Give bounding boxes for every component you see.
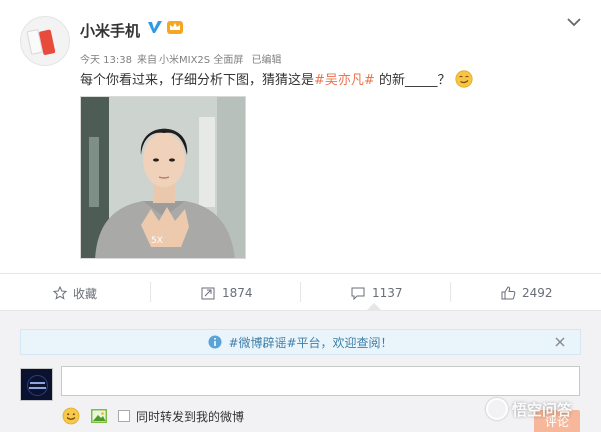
separator [300, 282, 301, 302]
vip-crown-icon[interactable] [166, 18, 184, 36]
post-header: 小米手机 今天 13:38 来自 小米MIX2S 全面屏 已编辑 [0, 0, 601, 66]
separator [150, 282, 151, 302]
svg-text:5X: 5X [151, 236, 163, 246]
xiaomi-avatar[interactable] [20, 16, 70, 66]
repost-button[interactable]: 1874 [201, 283, 253, 303]
post-text-tail: 的新_____？ [374, 73, 451, 88]
post-timestamp[interactable]: 今天 13:38 [80, 55, 132, 66]
post-username[interactable]: 小米手机 [80, 20, 140, 41]
rumor-notice-bar[interactable]: #微博辟谣#平台，欢迎查阅！ [20, 329, 581, 355]
post-text-main: 每个你看过来，仔细分析下图，猜猜这是 [80, 73, 315, 88]
watermark: 悟空问答 [486, 394, 572, 424]
source-device[interactable]: 小米MIX2S 全面屏 [159, 55, 243, 66]
user-avatar[interactable] [20, 368, 53, 401]
chevron-down-icon[interactable] [565, 15, 583, 29]
person-photo: 5X [81, 97, 245, 258]
edited-label[interactable]: 已编辑 [252, 55, 282, 66]
active-comment-pointer [367, 303, 381, 310]
post-meta: 今天 13:38 来自 小米MIX2S 全面屏 已编辑 [80, 51, 287, 66]
image-icon[interactable] [90, 407, 108, 425]
watermark-text: 悟空问答 [512, 400, 573, 419]
actions-bar: 收藏 1874 1137 2492 [0, 274, 601, 310]
post-image[interactable]: 5X [80, 96, 246, 259]
favorite-button[interactable]: 收藏 [53, 283, 97, 303]
info-icon [208, 335, 222, 349]
repost-checkbox-label[interactable]: 同时转发到我的微博 [136, 408, 244, 425]
emoji-icon[interactable] [62, 407, 80, 425]
repost-count: 1874 [222, 286, 253, 300]
watermark-logo-icon [486, 398, 508, 420]
favorite-label: 收藏 [73, 286, 98, 301]
thumbs-up-icon [501, 286, 516, 300]
hashtag-link[interactable]: #吴亦凡# [314, 73, 375, 88]
comment-input[interactable] [61, 366, 580, 396]
comment-button[interactable]: 1137 [351, 283, 403, 303]
star-icon [53, 286, 67, 300]
like-count: 2492 [522, 286, 553, 300]
separator [450, 282, 451, 302]
phone-logo-icon [26, 25, 61, 59]
comment-icon [351, 287, 365, 300]
verified-icon [148, 21, 162, 33]
repost-icon [201, 287, 215, 300]
repost-checkbox[interactable] [118, 410, 130, 422]
post-text: 每个你看过来，仔细分析下图，猜猜这是#吴亦凡# 的新_____？ [80, 69, 473, 88]
source-prefix: 来自 [137, 55, 157, 66]
notice-text[interactable]: #微博辟谣#平台，欢迎查阅！ [228, 334, 392, 351]
like-button[interactable]: 2492 [501, 283, 553, 303]
comment-tools: 同时转发到我的微博 [62, 407, 244, 425]
close-icon[interactable] [554, 336, 566, 348]
user-avatar-image [21, 369, 52, 400]
comment-count: 1137 [372, 286, 403, 300]
smirk-emoji-icon [454, 70, 473, 88]
